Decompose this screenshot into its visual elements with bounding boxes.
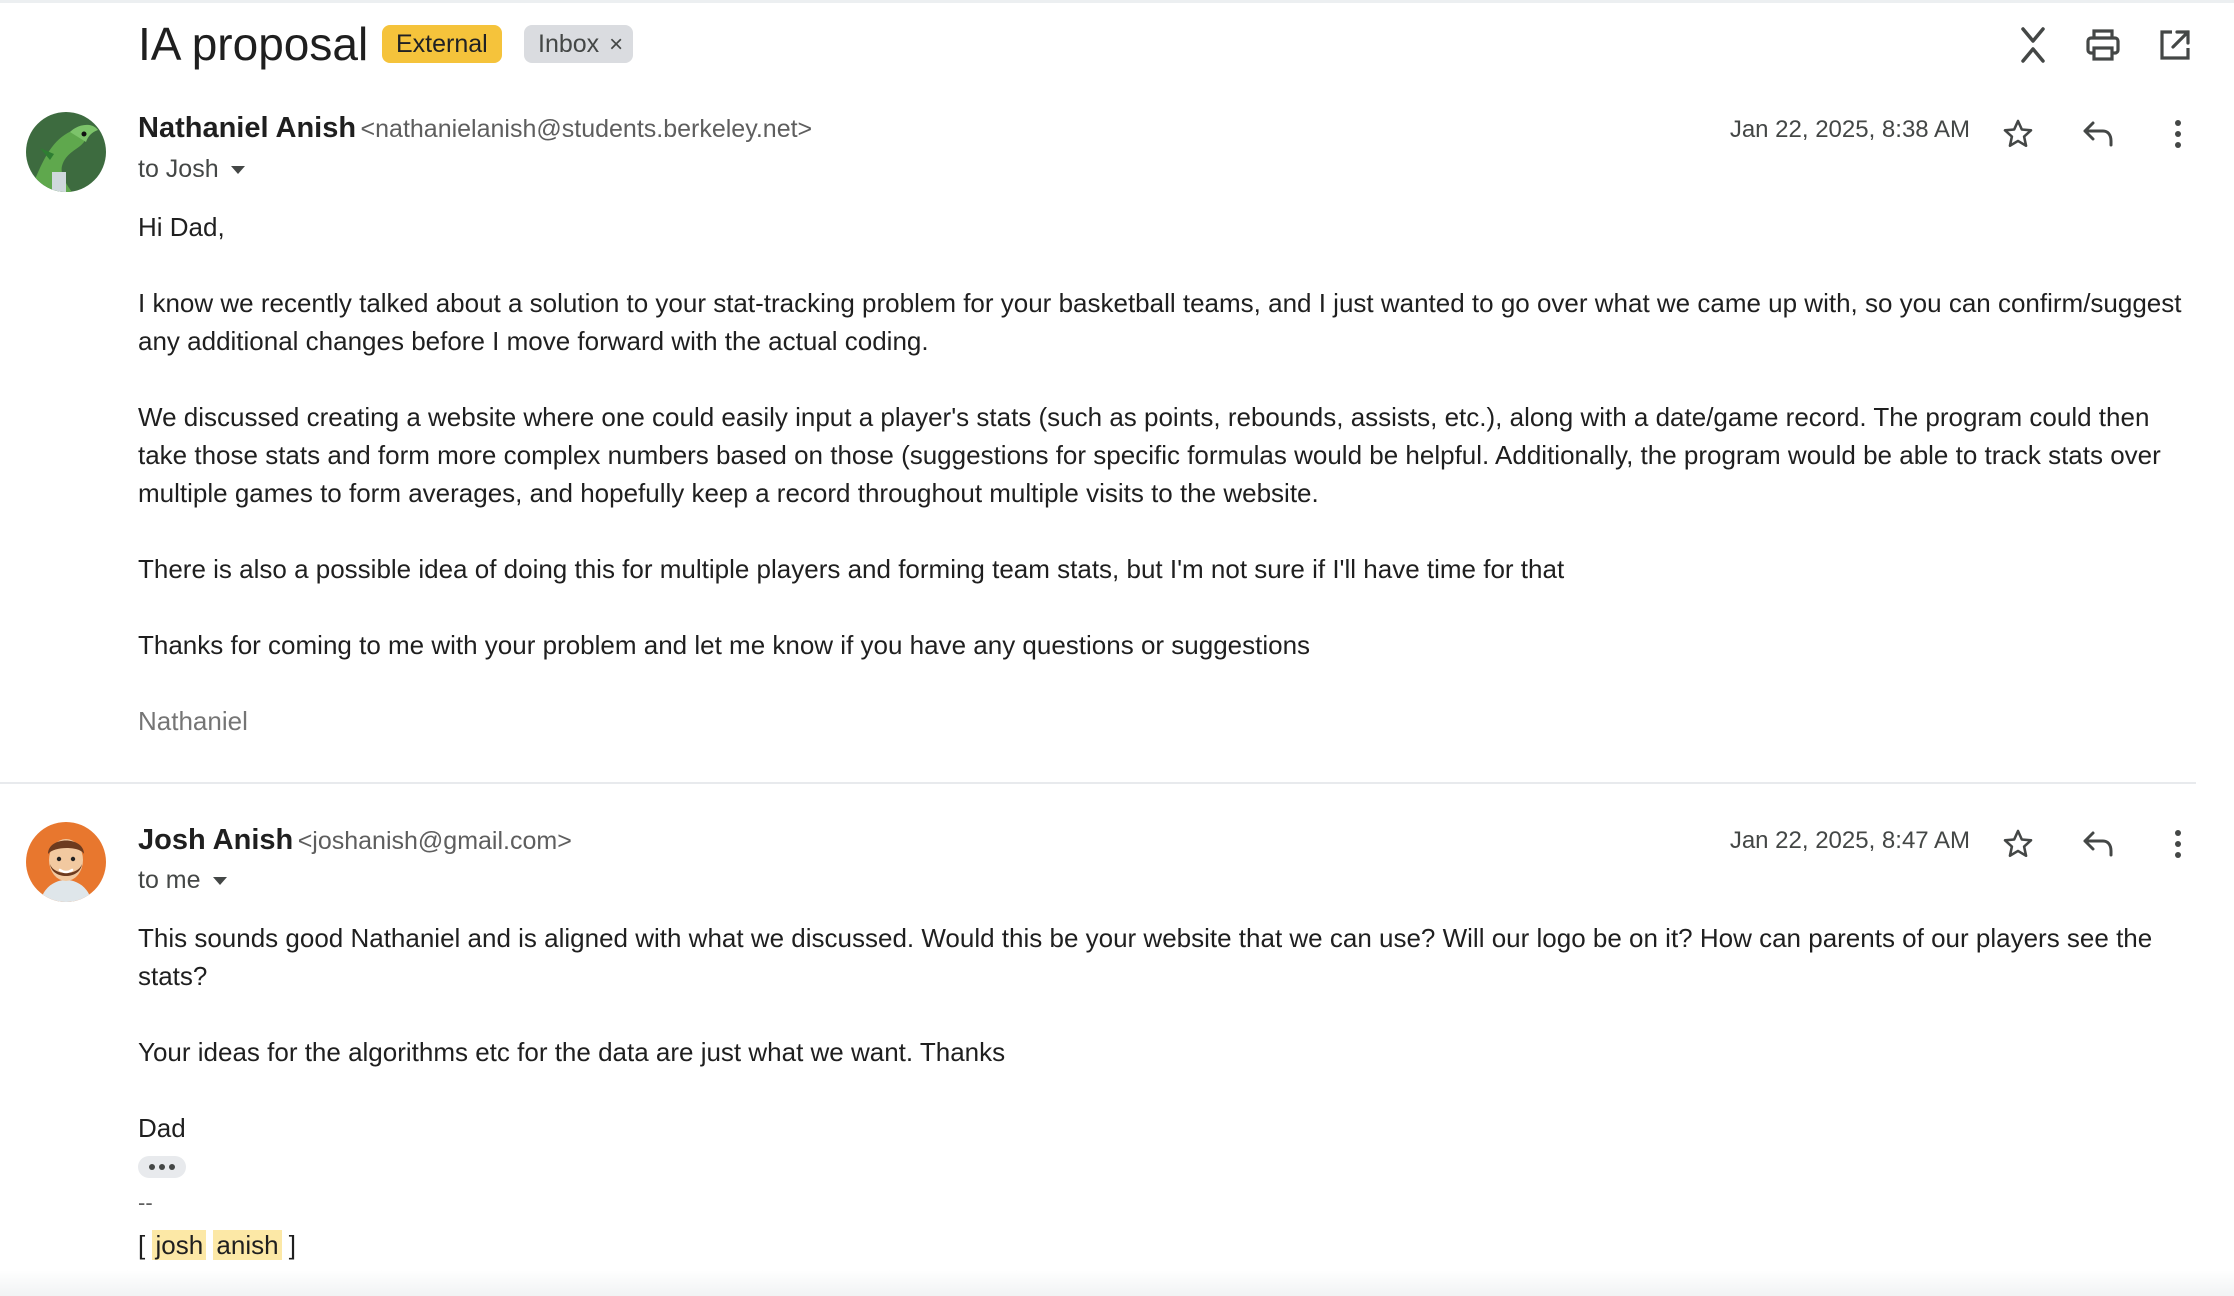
recipient-details-toggle[interactable]: to Josh: [138, 155, 247, 184]
show-trimmed-content-button[interactable]: [138, 1156, 186, 1178]
body-paragraph: This sounds good Nathaniel and is aligne…: [138, 923, 2153, 991]
message-body: This sounds good Nathaniel and is aligne…: [138, 919, 2188, 1155]
message-divider: [0, 782, 2196, 784]
label-inbox-text: Inbox: [538, 30, 600, 58]
dragon-avatar-icon: [26, 112, 106, 192]
message-date: Jan 22, 2025, 8:38 AM: [1729, 116, 1970, 143]
body-paragraph: Your ideas for the algorithms etc for th…: [138, 1037, 1006, 1067]
open-in-new-window-icon[interactable]: [2152, 22, 2198, 68]
chevron-down-icon: [230, 165, 245, 174]
signature-name-highlight: anish: [213, 1230, 282, 1260]
thread-subject: IA proposal: [138, 18, 369, 70]
body-paragraph: Thanks for coming to me with your proble…: [138, 630, 1311, 660]
signature-separator: --: [138, 1190, 153, 1215]
body-paragraph: Hi Dad,: [138, 212, 225, 242]
remove-label-icon[interactable]: ×: [609, 31, 623, 58]
recipient-text: to me: [138, 866, 201, 894]
cartoon-face-avatar-icon: [26, 822, 106, 902]
signature: [ josh anish ]: [138, 1226, 296, 1264]
star-icon[interactable]: [1994, 820, 2042, 868]
chevron-down-icon: [212, 876, 227, 885]
body-paragraph: I know we recently talked about a soluti…: [138, 288, 2182, 356]
sender-name[interactable]: Nathaniel Anish: [138, 112, 356, 144]
sender-email: <nathanielanish@students.berkeley.net>: [360, 115, 813, 143]
body-paragraph: Dad: [138, 1113, 186, 1143]
recipient-text: to Josh: [138, 155, 219, 183]
sender-name[interactable]: Josh Anish: [138, 824, 293, 856]
body-paragraph: There is also a possible idea of doing t…: [138, 554, 1565, 584]
sender-avatar[interactable]: [26, 822, 106, 902]
top-border: [0, 0, 2234, 3]
message-body: Hi Dad, I know we recently talked about …: [138, 208, 2188, 778]
recipient-details-toggle[interactable]: to me: [138, 866, 229, 895]
message-date: Jan 22, 2025, 8:47 AM: [1729, 827, 1970, 854]
star-icon[interactable]: [1994, 110, 2042, 158]
signature-bracket: [: [138, 1230, 146, 1260]
bottom-edge: [0, 1270, 2234, 1296]
reply-icon[interactable]: [2074, 820, 2122, 868]
more-options-icon[interactable]: [2154, 820, 2202, 868]
signature: Nathaniel: [138, 706, 248, 736]
sender-email: <joshanish@gmail.com>: [297, 827, 572, 855]
more-options-icon[interactable]: [2154, 110, 2202, 158]
print-icon[interactable]: [2080, 22, 2126, 68]
signature-name-highlight: josh: [152, 1230, 207, 1260]
body-paragraph: We discussed creating a website where on…: [138, 402, 2161, 508]
collapse-all-icon[interactable]: [2010, 22, 2056, 68]
signature-bracket: ]: [288, 1230, 297, 1260]
label-external-chip: External: [382, 25, 502, 63]
label-inbox-chip[interactable]: Inbox ×: [524, 25, 634, 63]
reply-icon[interactable]: [2074, 110, 2122, 158]
sender-avatar[interactable]: [26, 112, 106, 192]
